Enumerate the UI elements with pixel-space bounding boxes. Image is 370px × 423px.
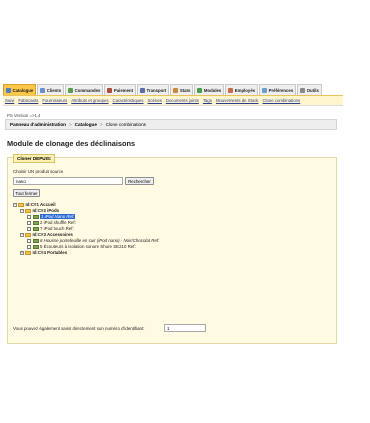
tab-modules[interactable]: Modules (194, 84, 225, 95)
tree-label: 1 iPod Nano Ref: (40, 214, 76, 219)
subnav-clone[interactable]: Clone combinations (262, 98, 300, 103)
product-id-input[interactable]: 1 (164, 324, 206, 332)
tree-label: 5 Écouteurs à isolation sonore Shure SE2… (40, 244, 136, 249)
checkbox-icon[interactable] (27, 220, 31, 225)
stats-icon (173, 87, 179, 93)
collapse-toggle-icon[interactable]: − (20, 232, 24, 237)
subnav-documents[interactable]: Documents joints (166, 98, 199, 103)
tree-node-product[interactable]: 1 iPod Nano Ref: (27, 214, 76, 219)
breadcrumb-separator: > (99, 122, 103, 127)
tree-node-category[interactable]: − Id:C#2 iPods (20, 208, 59, 213)
breadcrumb-separator: > (68, 122, 72, 127)
subnav-stock[interactable]: Mouvements de Stock (216, 98, 259, 103)
tree-label: 7 iPod touch Ref: (40, 226, 74, 231)
search-button[interactable]: Rechercher (125, 177, 154, 185)
product-id-label: Vous pouvez également saisir directement… (13, 326, 145, 331)
tree-node-product[interactable]: 5 Écouteurs à isolation sonore Shure SE2… (27, 244, 136, 249)
subnav-scenes[interactable]: Scènes (148, 98, 162, 103)
tab-commandes[interactable]: Commandes (65, 84, 104, 95)
expand-toggle-icon[interactable]: + (20, 250, 24, 255)
orders-icon (68, 87, 74, 93)
subnav-caracteristiques[interactable]: Caractéristiques (113, 98, 144, 103)
tree-label: 2 iPod shuffle Ref: (40, 220, 76, 225)
search-input[interactable]: nano (13, 177, 123, 185)
tab-clients[interactable]: Clients (37, 84, 65, 95)
folder-icon (25, 232, 31, 237)
page-title: Module de clonage des déclinaisons (7, 139, 136, 148)
breadcrumb-section[interactable]: Catalogue (75, 122, 97, 127)
collapse-toggle-icon[interactable]: − (20, 208, 24, 213)
main-tabs: Catalogue Clients Commandes Paiement Tra… (3, 84, 343, 95)
breadcrumb-current: Clone combinations (105, 122, 146, 127)
subnav-fournisseurs[interactable]: Fournisseurs (42, 98, 67, 103)
tree-node-category[interactable]: + Id:C#4 Portables (20, 250, 67, 255)
fieldset-legend: Cloner DEPUIS: (13, 154, 56, 163)
catalog-subnav: Suivi Fabricants Fournisseurs Attributs … (3, 95, 343, 106)
tools-icon (300, 87, 306, 93)
product-icon (32, 220, 39, 225)
source-product-label: Choisir UN produit source (13, 169, 64, 174)
tree-node-category[interactable]: − Id:C#3 Accessoires (20, 232, 73, 237)
catalog-icon (6, 87, 11, 93)
tree-label: Id:C#3 Accessoires (32, 232, 73, 237)
shipping-icon (140, 87, 146, 93)
checkbox-icon[interactable] (27, 244, 31, 249)
collapse-toggle-icon[interactable]: − (13, 202, 17, 207)
tab-preferences[interactable]: Préférences (259, 84, 297, 95)
subnav-tags[interactable]: Tags (203, 98, 212, 103)
subnav-suivi[interactable]: Suivi (5, 98, 14, 103)
folder-icon (25, 208, 31, 213)
modules-icon (197, 87, 203, 93)
breadcrumb-root[interactable]: Panneau d'administration (10, 122, 66, 127)
employees-icon (228, 87, 234, 93)
clone-from-fieldset: Cloner DEPUIS: Choisir UN produit source… (7, 154, 337, 344)
tree-label: 6 Housse portefeuille en cuir (iPod nano… (40, 238, 160, 243)
tab-catalogue[interactable]: Catalogue (3, 84, 37, 95)
folder-icon (25, 250, 31, 255)
product-icon (32, 244, 39, 249)
checkbox-icon[interactable] (27, 214, 31, 219)
tab-outils[interactable]: Outils (297, 84, 322, 95)
subnav-attributs[interactable]: Attributs et groupes (71, 98, 108, 103)
payment-icon (107, 87, 113, 93)
close-all-button[interactable]: Tout fermer (13, 189, 40, 197)
folder-icon (18, 202, 24, 207)
subnav-fabricants[interactable]: Fabricants (18, 98, 38, 103)
tab-transport[interactable]: Transport (137, 84, 170, 95)
tab-stats[interactable]: Stats (170, 84, 194, 95)
tree-node-root[interactable]: − Id:C#1 Accueil (13, 202, 56, 207)
breadcrumb: Panneau d'administration > Catalogue > C… (5, 119, 337, 130)
tree-label: Id:C#1 Accueil (25, 202, 56, 207)
product-icon (32, 226, 39, 231)
tree-label: Id:C#4 Portables (32, 250, 68, 255)
preferences-icon (262, 87, 268, 93)
checkbox-icon[interactable] (27, 238, 31, 243)
product-icon (32, 214, 39, 219)
tree-node-product[interactable]: 6 Housse portefeuille en cuir (iPod nano… (27, 238, 159, 243)
version-text: PS Version =>1.4 (7, 113, 41, 118)
clients-icon (40, 87, 46, 93)
tree-node-product[interactable]: 7 iPod touch Ref: (27, 226, 74, 231)
product-icon (32, 238, 39, 243)
tree-node-product[interactable]: 2 iPod shuffle Ref: (27, 220, 76, 225)
checkbox-icon[interactable] (27, 226, 31, 231)
tab-paiement[interactable]: Paiement (104, 84, 137, 95)
tree-label: Id:C#2 iPods (32, 208, 60, 213)
tab-employes[interactable]: Employés (225, 84, 259, 95)
